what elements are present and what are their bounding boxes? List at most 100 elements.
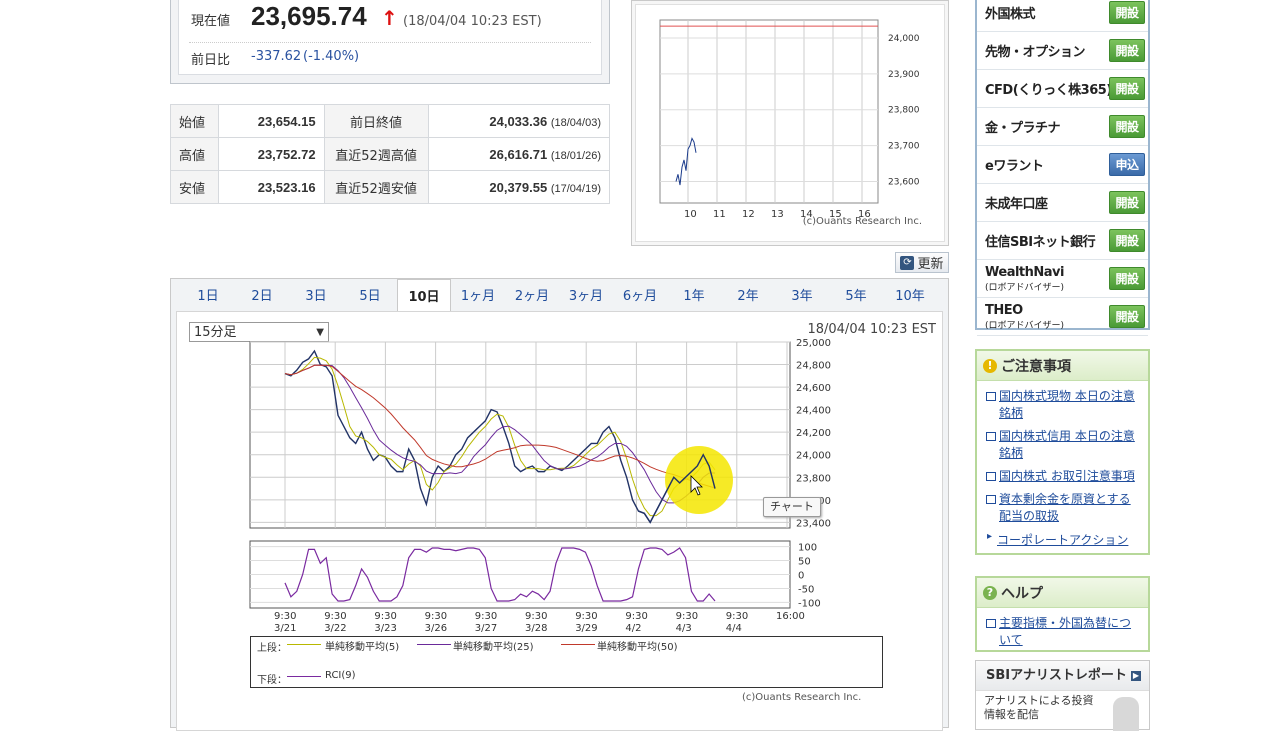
sidebar-open-button[interactable]: 申込 xyxy=(1109,153,1145,176)
sidebar-account-label: 住信SBIネット銀行 xyxy=(985,231,1096,250)
x-date-tick: 4/4 xyxy=(726,623,742,634)
ohlc-label2: 直近52週安値 xyxy=(323,170,429,204)
sidebar-account-row: WealthNavi (ロボアドバイザー) 開設 xyxy=(977,260,1148,298)
legend-upper-label: 上段： xyxy=(257,643,287,654)
tab-period[interactable]: 2ヶ月 xyxy=(505,279,559,311)
tab-period[interactable]: 2日 xyxy=(235,279,289,311)
mini-x-tick: 11 xyxy=(713,209,726,220)
tab-period[interactable]: 1ヶ月 xyxy=(451,279,505,311)
notice-link[interactable]: 国内株式 お取引注意事項 xyxy=(977,465,1148,488)
tab-period[interactable]: 1年 xyxy=(667,279,721,311)
ohlc-row: 始値 23,654.15 前日終値 24,033.36 (18/04/03) xyxy=(170,104,611,138)
ohlc-value: 23,654.15 xyxy=(218,104,325,138)
legend-sma5: 単純移動平均(5) xyxy=(325,642,400,653)
refresh-icon: ⟳ xyxy=(900,255,915,270)
ohlc-value2-date: (18/01/26) xyxy=(550,149,601,162)
sidebar-account-name: 先物・オプション xyxy=(985,45,1086,60)
x-time-tick: 9:30 xyxy=(575,611,597,622)
x-time-tick: 9:30 xyxy=(274,611,296,622)
x-date-tick: 3/27 xyxy=(475,623,497,634)
legend-sma25: 単純移動平均(25) xyxy=(453,642,534,653)
sidebar-open-button[interactable]: 開設 xyxy=(1109,1,1145,24)
sidebar-open-button[interactable]: 開設 xyxy=(1109,229,1145,252)
tab-period[interactable]: 3ヶ月 xyxy=(559,279,613,311)
sidebar-account-name: eワラント xyxy=(985,159,1044,174)
sidebar-account-label: CFD(くりっく株365) xyxy=(985,79,1112,98)
ohlc-label2: 直近52週高値 xyxy=(323,137,429,171)
sidebar-account-label: eワラント xyxy=(985,155,1044,174)
help-link[interactable]: 主要指標・外国為替について xyxy=(977,612,1148,652)
tab-period[interactable]: 1日 xyxy=(181,279,235,311)
sidebar-account-name: CFD(くりっく株365) xyxy=(985,83,1112,98)
sidebar-account-label: 外国株式 xyxy=(985,3,1036,22)
mini-x-tick: 13 xyxy=(771,209,784,220)
period-tabs: 1日 2日 3日 5日 10日 1ヶ月 2ヶ月 3ヶ月 6ヶ月 1年 2年 3年 5年 10年 xyxy=(171,279,948,312)
ohlc-row: 高値 23,752.72 直近52週高値 26,616.71 (18/01/26… xyxy=(170,137,611,171)
tab-period[interactable]: 6ヶ月 xyxy=(613,279,667,311)
sidebar-open-button[interactable]: 開設 xyxy=(1109,115,1145,138)
ohlc-label: 高値 xyxy=(170,137,219,171)
help-title: ヘルプ xyxy=(1001,585,1043,602)
mini-chart-svg: 10 11 12 13 14 15 1624,00023,90023,80023,70023… xyxy=(659,19,920,220)
x-date-tick: 3/28 xyxy=(525,623,547,634)
mini-y-tick: 24,000 xyxy=(888,34,920,44)
notice-link[interactable]: 資本剰余金を原資とする配当の取扱 xyxy=(977,488,1148,528)
x-date-tick: 3/23 xyxy=(374,623,396,634)
change-value: -337.62 xyxy=(251,49,302,64)
ohlc-value2: 26,616.71 (18/01/26) xyxy=(427,137,611,171)
x-time-tick: 9:30 xyxy=(374,611,396,622)
tab-period[interactable]: 10年 xyxy=(883,279,937,311)
main-y-tick: 24,400 xyxy=(796,406,831,417)
current-price: 23,695.74 xyxy=(251,1,367,31)
tab-period[interactable]: 3年 xyxy=(775,279,829,311)
mini-plot-frame xyxy=(659,19,879,204)
legend-lower-label: 下段： xyxy=(257,675,287,686)
sidebar-open-button[interactable]: 開設 xyxy=(1109,191,1145,214)
ohlc-value2-date: (18/04/03) xyxy=(550,116,601,129)
ohlc-label2: 前日終値 xyxy=(323,104,429,138)
x-time-tick: 9:30 xyxy=(676,611,698,622)
x-time-tick: 9:30 xyxy=(726,611,748,622)
notice-link[interactable]: 国内株式信用 本日の注意銘柄 xyxy=(977,425,1148,465)
mini-x-tick: 10 xyxy=(684,209,697,220)
change-label: 前日比 xyxy=(191,53,231,68)
x-date-tick: 3/21 xyxy=(274,623,296,634)
x-time-tick: 9:30 xyxy=(625,611,647,622)
sidebar-open-button[interactable]: 開設 xyxy=(1109,305,1145,328)
ohlc-value2-date: (17/04/19) xyxy=(550,182,601,195)
tab-period[interactable]: 5年 xyxy=(829,279,883,311)
ohlc-value2-number: 26,616.71 xyxy=(489,146,548,162)
mini-chart-credit: (c)Ouants Research Inc. xyxy=(802,216,922,227)
analyst-report-header[interactable]: SBIアナリストレポート ▶ xyxy=(976,661,1149,691)
x-time-tick: 9:30 xyxy=(525,611,547,622)
rci-y-tick: 0 xyxy=(798,571,804,582)
refresh-button[interactable]: ⟳ 更新 xyxy=(895,252,949,273)
chart-area: 15分足 ▼ 18/04/04 10:23 EST 25,000 24,800 24… xyxy=(176,311,943,731)
main-y-tick: 24,800 xyxy=(796,361,831,372)
up-arrow-icon: ↑ xyxy=(381,6,398,30)
arrow-right-icon: ▶ xyxy=(1131,671,1141,681)
divider xyxy=(189,42,591,43)
mini-y-tick: 23,700 xyxy=(888,142,920,152)
sidebar-account-label: 金・プラチナ xyxy=(985,117,1061,136)
sidebar-account-row: 住信SBIネット銀行 開設 xyxy=(977,222,1148,260)
sidebar-open-button[interactable]: 開設 xyxy=(1109,39,1145,62)
exclamation-icon: ! xyxy=(983,358,997,373)
intraday-mini-chart: 10 11 12 13 14 15 16 24,000 23,900 23,800 23,700 23… xyxy=(631,0,949,246)
price-summary-inner: 現在値 23,695.74 ↑ (18/04/04 10:23 EST) 前日比… xyxy=(178,0,602,75)
ohlc-value2: 20,379.55 (17/04/19) xyxy=(427,170,611,204)
main-y-tick: 23,800 xyxy=(796,473,831,484)
x-time-tick: 9:30 xyxy=(324,611,346,622)
ohlc-row: 安値 23,523.16 直近52週安値 20,379.55 (17/04/19… xyxy=(170,170,611,204)
sidebar-open-button[interactable]: 開設 xyxy=(1109,267,1145,290)
tab-period[interactable]: 2年 xyxy=(721,279,775,311)
corporate-action-link[interactable]: コーポレートアクション xyxy=(977,528,1148,553)
notice-link[interactable]: 国内株式現物 本日の注意銘柄 xyxy=(977,385,1148,425)
price-summary-box: 現在値 23,695.74 ↑ (18/04/04 10:23 EST) 前日比… xyxy=(170,0,610,84)
x-date-tick: 3/26 xyxy=(425,623,447,634)
tab-period[interactable]: 10日 xyxy=(397,279,451,312)
sidebar-open-button[interactable]: 開設 xyxy=(1109,77,1145,100)
tab-period[interactable]: 3日 xyxy=(289,279,343,311)
tab-period[interactable]: 5日 xyxy=(343,279,397,311)
current-price-label: 現在値 xyxy=(191,14,231,29)
